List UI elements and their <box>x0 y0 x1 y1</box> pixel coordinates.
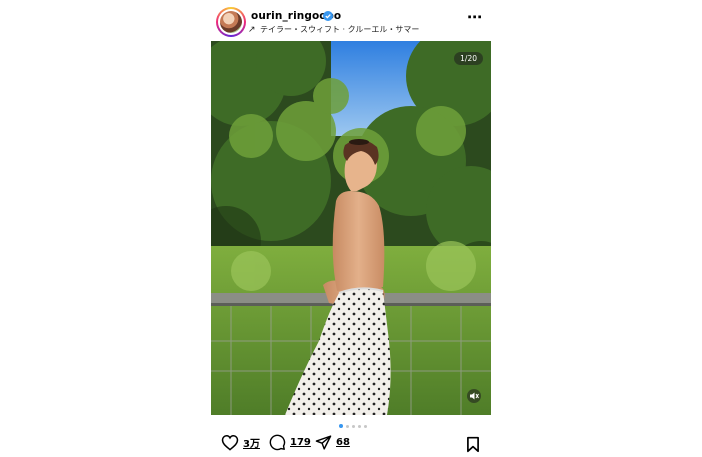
avatar[interactable] <box>216 7 246 37</box>
music-title: テイラー・スウィフト · クルーエル・サマー <box>260 25 420 34</box>
carousel-dot <box>364 424 367 428</box>
verified-icon <box>323 11 333 21</box>
music-link[interactable]: ↗ テイラー・スウィフト · クルーエル・サマー <box>248 24 419 35</box>
mute-icon[interactable] <box>467 389 481 403</box>
comment-button[interactable]: 179 <box>269 434 311 451</box>
photo-scene <box>211 41 491 415</box>
bookmark-icon[interactable] <box>466 436 480 453</box>
share-button[interactable]: 68 <box>315 434 350 451</box>
carousel-dots <box>339 423 367 429</box>
carousel-dot <box>346 424 349 428</box>
comment-icon <box>269 434 286 451</box>
carousel-counter: 1/20 <box>454 52 483 65</box>
music-arrow-icon: ↗ <box>248 25 256 35</box>
carousel-dot <box>339 424 343 428</box>
heart-icon <box>221 434 239 451</box>
post-card: ourin_ringoooo ↗ テイラー・スウィフト · クルーエル・サマー ⋯ <box>211 0 491 457</box>
post-header: ourin_ringoooo ↗ テイラー・スウィフト · クルーエル・サマー ⋯ <box>211 6 491 40</box>
share-icon <box>315 435 332 450</box>
like-button[interactable]: 3万 <box>221 434 260 451</box>
post-photo[interactable]: 1/20 <box>211 41 491 415</box>
like-count[interactable]: 3万 <box>243 435 260 450</box>
action-bar: 3万 179 68 <box>211 434 491 456</box>
carousel-dot <box>358 424 361 428</box>
comment-count[interactable]: 179 <box>290 437 311 448</box>
carousel-dot <box>352 424 355 428</box>
more-icon[interactable]: ⋯ <box>467 10 482 25</box>
share-count[interactable]: 68 <box>336 437 350 448</box>
